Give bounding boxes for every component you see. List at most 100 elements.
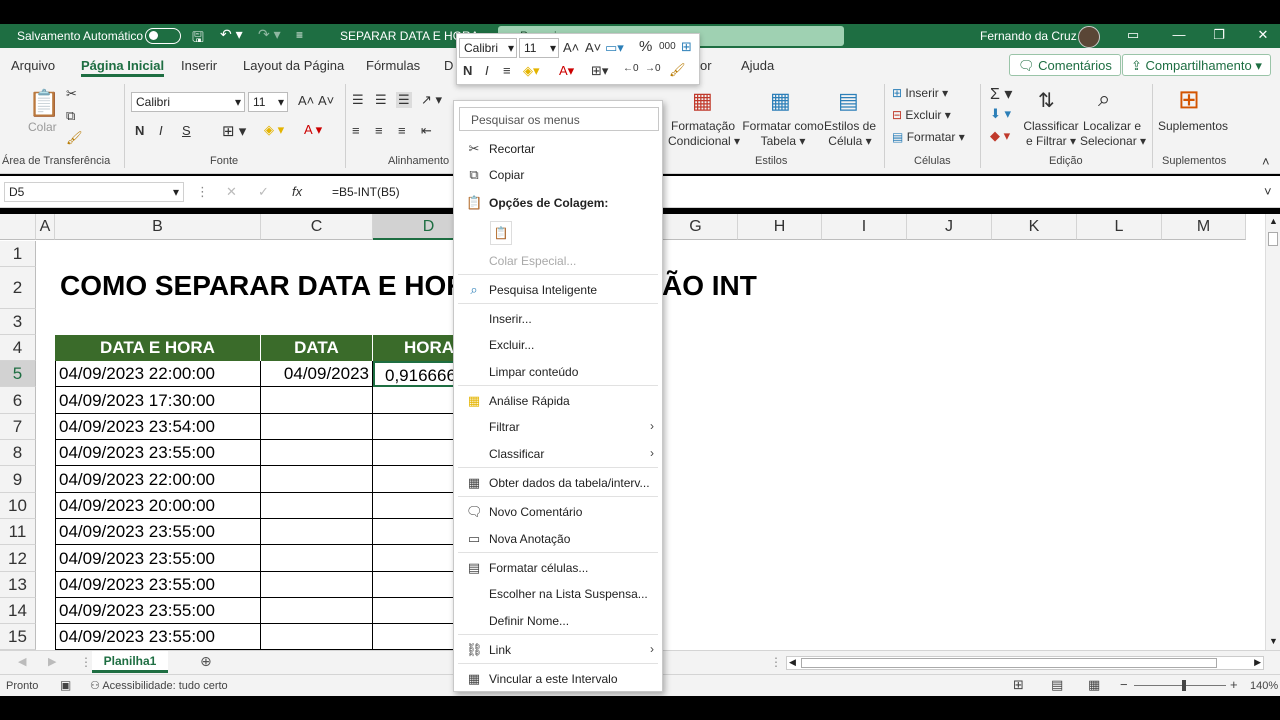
format-as-table-button[interactable]: Formatar como Tabela ▾ bbox=[742, 119, 824, 149]
cell-b6[interactable]: 04/09/2023 17:30:00 bbox=[55, 387, 261, 414]
sheet-next-icon[interactable]: ▶ bbox=[48, 655, 56, 668]
cell-d13[interactable] bbox=[373, 572, 453, 598]
orientation-icon[interactable]: ↗ ▾ bbox=[421, 92, 442, 108]
cancel-icon[interactable]: ✕ bbox=[226, 184, 237, 200]
mini-font-name[interactable]: Calibri ▾ bbox=[459, 38, 517, 58]
minimize-icon[interactable]: — bbox=[1170, 27, 1188, 45]
collapse-ribbon-icon[interactable]: ˄ bbox=[1262, 154, 1270, 169]
customize-toolbar-icon[interactable]: ≡ bbox=[296, 28, 303, 42]
redo-icon[interactable]: ↷ ▾ bbox=[258, 26, 281, 43]
column-header-c[interactable]: C bbox=[261, 214, 373, 240]
shrink-font-icon[interactable]: A˅ bbox=[318, 93, 334, 108]
row-header[interactable]: 2 bbox=[0, 267, 36, 309]
cell-b10[interactable]: 04/09/2023 20:00:00 bbox=[55, 493, 261, 519]
scroll-right-icon[interactable]: ▶ bbox=[1254, 657, 1261, 668]
align-top-icon[interactable]: ☰ bbox=[352, 92, 364, 108]
tab-layout[interactable]: Layout da Página bbox=[243, 58, 344, 73]
page-layout-icon[interactable]: ▤ bbox=[1051, 677, 1063, 693]
underline-button[interactable]: S bbox=[182, 123, 191, 138]
mini-font-size[interactable]: 11 ▾ bbox=[519, 38, 559, 58]
mini-fill-color-icon[interactable]: ◈▾ bbox=[523, 63, 540, 79]
menu-item-pick-from-list[interactable]: Escolher na Lista Suspensa... bbox=[454, 582, 662, 606]
autosum-icon[interactable]: Σ ▾ bbox=[990, 84, 1012, 104]
zoom-slider[interactable] bbox=[1134, 685, 1226, 686]
column-header-i[interactable]: I bbox=[822, 214, 907, 240]
avatar[interactable] bbox=[1078, 26, 1100, 48]
vertical-scrollbar[interactable]: ▲ ▼ bbox=[1265, 214, 1280, 650]
cut-icon[interactable]: ✂ bbox=[66, 86, 77, 102]
conditional-format-icon[interactable]: ▦ bbox=[692, 88, 713, 114]
cell-c14[interactable] bbox=[261, 598, 373, 624]
cell-d9[interactable] bbox=[373, 466, 453, 493]
mini-format-painter-icon[interactable]: 🖌 bbox=[669, 62, 686, 78]
paste-option-icon[interactable]: 📋 bbox=[490, 221, 512, 245]
row-header[interactable]: 12 bbox=[0, 545, 36, 572]
conditional-format-button[interactable]: Formatação Condicional ▾ bbox=[668, 119, 740, 149]
tab-revisar[interactable]: or bbox=[700, 58, 712, 73]
format-painter-icon[interactable]: 🖌 bbox=[66, 130, 83, 146]
accessibility-status[interactable]: ⚇ Acessibilidade: tudo certo bbox=[90, 679, 228, 692]
autosave-toggle[interactable] bbox=[145, 28, 181, 44]
cell-b5[interactable]: 04/09/2023 22:00:00 bbox=[55, 361, 261, 387]
sheet-tab-planilha1[interactable]: Planilha1 bbox=[92, 651, 168, 673]
align-left-icon[interactable]: ≡ bbox=[352, 123, 360, 138]
format-as-table-icon[interactable]: ▦ bbox=[770, 88, 791, 114]
mini-bold-button[interactable]: N bbox=[463, 63, 472, 78]
insert-function-icon[interactable]: fx bbox=[292, 184, 302, 199]
zoom-slider-thumb[interactable] bbox=[1182, 680, 1186, 691]
cell-b7[interactable]: 04/09/2023 23:54:00 bbox=[55, 414, 261, 440]
cell-d5[interactable]: 0,916666 bbox=[373, 361, 453, 387]
cell-d14[interactable] bbox=[373, 598, 453, 624]
font-size-select[interactable]: 11 ▾ bbox=[248, 92, 288, 112]
menu-item-link[interactable]: ⛓ Link › bbox=[454, 638, 662, 662]
cell-styles-icon[interactable]: ▤ bbox=[838, 88, 859, 114]
scroll-left-icon[interactable]: ◀ bbox=[789, 657, 796, 668]
column-header-k[interactable]: K bbox=[992, 214, 1077, 240]
menu-item-new-comment[interactable]: 🗨 Novo Comentário bbox=[454, 500, 662, 524]
row-header[interactable]: 9 bbox=[0, 466, 36, 493]
font-name-select[interactable]: Calibri ▾ bbox=[131, 92, 245, 112]
copy-icon[interactable]: ⧉ bbox=[66, 108, 75, 124]
cell-d12[interactable] bbox=[373, 545, 453, 572]
menu-item-insert[interactable]: Inserir... bbox=[454, 307, 662, 331]
menu-item-define-name[interactable]: Definir Nome... bbox=[454, 609, 662, 633]
horizontal-scrollbar[interactable]: ◀ ▶ bbox=[786, 656, 1264, 670]
menu-item-new-note[interactable]: ▭ Nova Anotação bbox=[454, 527, 662, 551]
page-break-icon[interactable]: ▦ bbox=[1088, 677, 1100, 693]
cell-c15[interactable] bbox=[261, 624, 373, 650]
mini-percent-icon[interactable]: % bbox=[639, 38, 652, 55]
row-header[interactable]: 13 bbox=[0, 572, 36, 598]
column-header-j[interactable]: J bbox=[907, 214, 992, 240]
tab-formulas[interactable]: Fórmulas bbox=[366, 58, 420, 73]
column-header-h[interactable]: H bbox=[738, 214, 822, 240]
fill-color-icon[interactable]: ◈ ▾ bbox=[264, 122, 284, 138]
cell-d10[interactable] bbox=[373, 493, 453, 519]
clear-icon[interactable]: ◆ ▾ bbox=[990, 128, 1010, 144]
menu-item-smart-lookup[interactable]: ⌕ Pesquisa Inteligente bbox=[454, 278, 662, 302]
header-cell-hora[interactable]: HORA bbox=[373, 335, 453, 361]
cell-b14[interactable]: 04/09/2023 23:55:00 bbox=[55, 598, 261, 624]
close-icon[interactable]: ✕ bbox=[1254, 27, 1272, 45]
zoom-level[interactable]: 140% bbox=[1250, 680, 1278, 692]
menu-item-cut[interactable]: ✂ Recortar bbox=[454, 137, 662, 161]
horizontal-scroll-thumb[interactable] bbox=[801, 658, 1217, 668]
column-header-g[interactable]: G bbox=[654, 214, 738, 240]
menu-item-delete[interactable]: Excluir... bbox=[454, 333, 662, 357]
cell-b15[interactable]: 04/09/2023 23:55:00 bbox=[55, 624, 261, 650]
menu-item-filter[interactable]: Filtrar › bbox=[454, 415, 662, 439]
menu-search-input[interactable]: Pesquisar os menus bbox=[459, 107, 659, 131]
normal-view-icon[interactable]: ⊞ bbox=[1013, 677, 1024, 693]
align-middle-icon[interactable]: ☰ bbox=[375, 92, 387, 108]
mini-thousands-icon[interactable]: 000 bbox=[659, 41, 676, 52]
sort-filter-icon[interactable]: ⇅ bbox=[1038, 88, 1055, 113]
comments-button[interactable]: 🗨 Comentários bbox=[1009, 54, 1121, 76]
menu-item-clear-contents[interactable]: Limpar conteúdo bbox=[454, 360, 662, 384]
cell-c11[interactable] bbox=[261, 519, 373, 545]
format-cells-button[interactable]: ▤ Formatar ▾ bbox=[892, 130, 965, 145]
mini-shrink-font-icon[interactable]: A˅ bbox=[585, 40, 601, 55]
header-cell-data-e-hora[interactable]: DATA E HORA bbox=[55, 335, 261, 361]
tab-pagina-inicial[interactable]: Página Inicial bbox=[81, 58, 165, 77]
macro-record-icon[interactable]: ▣ bbox=[60, 678, 71, 692]
align-center-icon[interactable]: ≡ bbox=[375, 123, 383, 138]
insert-cells-button[interactable]: ⊞ Inserir ▾ bbox=[892, 86, 948, 101]
